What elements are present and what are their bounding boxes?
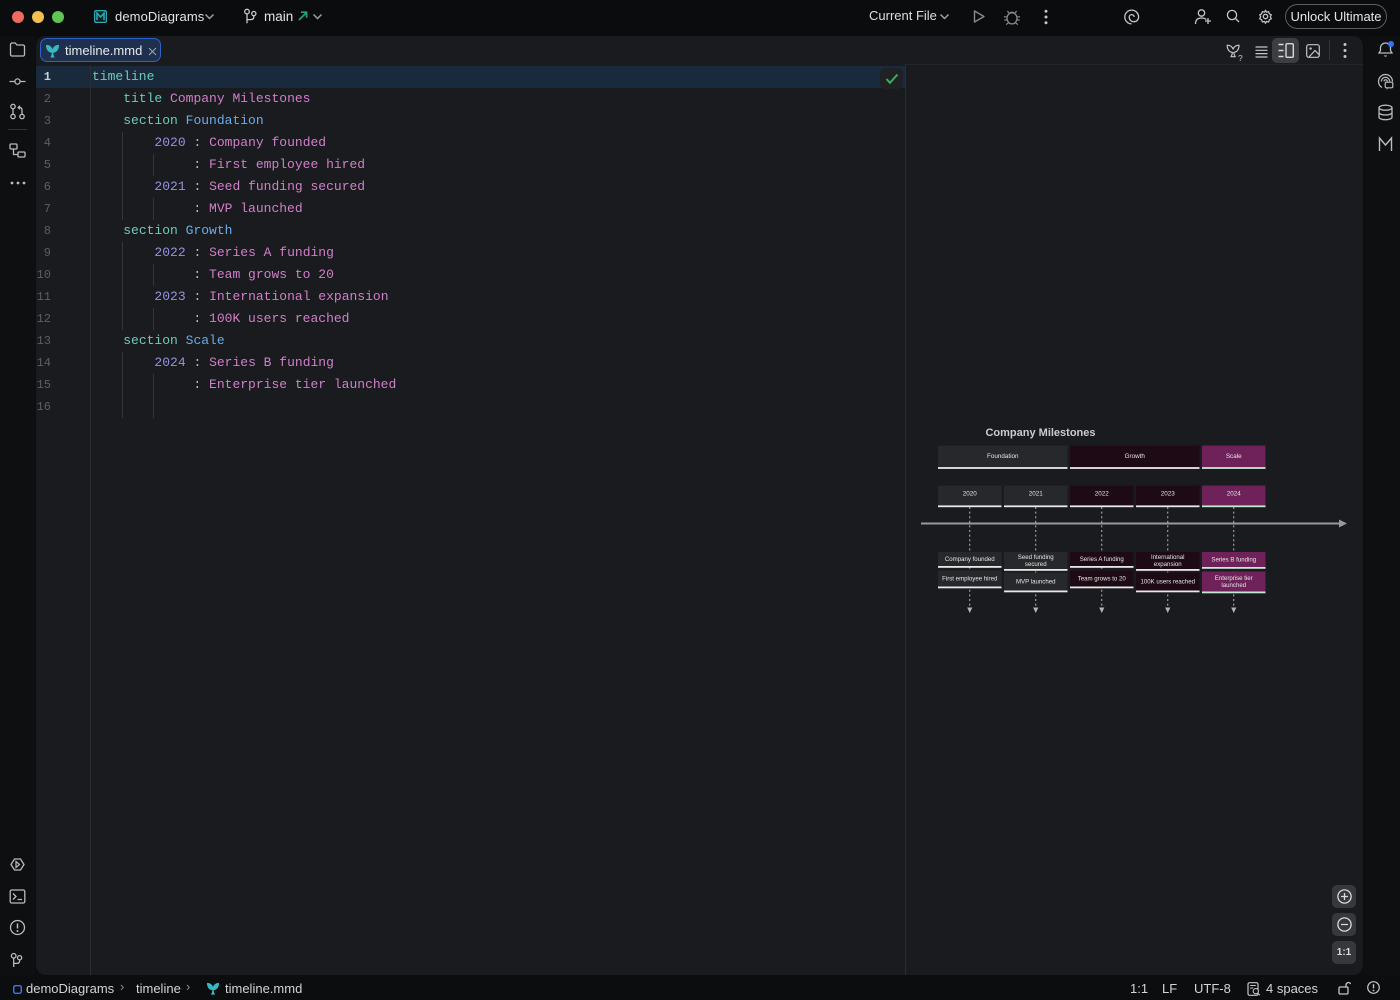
svg-text:2022: 2022 [1095,491,1110,498]
svg-text:Enterprise tier: Enterprise tier [1215,575,1253,582]
svg-text:Series A funding: Series A funding [1080,556,1124,563]
svg-text:Company founded: Company founded [945,556,995,563]
svg-text:Seed funding: Seed funding [1018,554,1054,561]
svg-text:2024: 2024 [1227,491,1242,498]
svg-text:International: International [1151,554,1185,561]
svg-text:launched: launched [1221,582,1246,589]
svg-text:Growth: Growth [1125,453,1146,460]
svg-text:2023: 2023 [1161,491,1176,498]
svg-text:?: ? [1238,53,1243,62]
svg-text:First employee hired: First employee hired [942,576,997,583]
svg-text:Company Milestones: Company Milestones [985,427,1095,439]
svg-text:MVP launched: MVP launched [1016,579,1056,586]
svg-text:expansion: expansion [1154,561,1182,568]
svg-text:Team grows to 20: Team grows to 20 [1078,576,1127,583]
svg-text:Foundation: Foundation [987,453,1019,460]
svg-text:2020: 2020 [963,491,978,498]
svg-text:100K users reached: 100K users reached [1140,579,1195,586]
svg-text:secured: secured [1025,561,1047,568]
svg-text:Scale: Scale [1226,453,1242,460]
svg-text:Series B funding: Series B funding [1211,557,1256,564]
svg-text:2021: 2021 [1029,491,1044,498]
